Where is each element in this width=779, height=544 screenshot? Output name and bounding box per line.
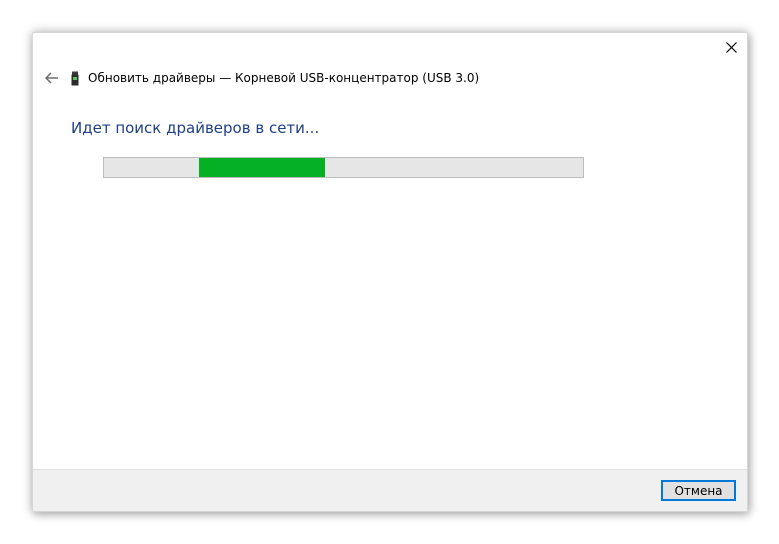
update-drivers-dialog: Обновить драйверы — Корневой USB-концент… [32,32,748,512]
search-progress-bar [103,157,584,178]
title-bar: Обновить драйверы — Корневой USB-концент… [33,65,707,91]
close-icon [725,38,737,57]
back-button[interactable] [38,65,66,91]
usb-device-icon [70,70,80,86]
window-title: Обновить драйверы — Корневой USB-концент… [88,71,480,85]
progress-fill [199,158,325,177]
cancel-button[interactable]: Отмена [661,480,736,501]
back-arrow-icon [44,69,59,88]
status-heading: Идет поиск драйверов в сети... [71,119,320,137]
dialog-footer: Отмена [33,469,747,511]
close-button[interactable] [715,33,747,61]
